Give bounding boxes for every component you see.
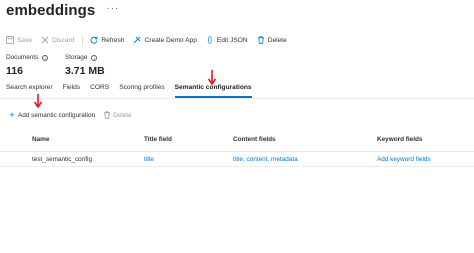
title-field-link[interactable]: title — [144, 156, 154, 163]
command-toolbar: Save Discard Refresh Create Demo App {} … — [6, 33, 296, 47]
semantic-configurations-table: Name Title field Content fields Keyword … — [0, 133, 474, 167]
braces-icon: {} — [207, 36, 213, 44]
page-title: embeddings — [6, 1, 96, 19]
save-button[interactable]: Save — [6, 36, 32, 44]
discard-label: Discard — [52, 36, 75, 44]
table-row[interactable]: test_semantic_config title title, conten… — [0, 151, 474, 167]
title-row: embeddings ··· — [6, 0, 119, 20]
add-semantic-configuration-button[interactable]: + Add semantic configuration — [8, 110, 96, 120]
refresh-icon — [90, 36, 98, 44]
documents-label: Documents — [6, 54, 39, 61]
more-options-button[interactable]: ··· — [106, 3, 119, 14]
storage-stat: Storage i 3.71 MB — [65, 54, 105, 77]
plus-icon: + — [9, 110, 15, 120]
tab-semantic-configurations[interactable]: Semantic configurations — [174, 84, 252, 98]
refresh-button[interactable]: Refresh — [90, 36, 124, 44]
delete-configuration-label: Delete — [113, 111, 132, 119]
column-header-title-field[interactable]: Title field — [144, 136, 172, 143]
config-name-cell: test_semantic_config — [32, 156, 93, 163]
tab-fields[interactable]: Fields — [63, 84, 81, 98]
info-icon[interactable]: i — [91, 54, 98, 61]
column-header-name[interactable]: Name — [32, 136, 49, 143]
semantic-toolbar: + Add semantic configuration Delete — [8, 110, 141, 120]
tab-bar: Search explorer Fields CORS Scoring prof… — [6, 84, 262, 98]
tab-scoring-profiles[interactable]: Scoring profiles — [119, 84, 164, 98]
documents-value: 116 — [6, 65, 23, 77]
trash-icon — [257, 36, 265, 44]
storage-label: Storage — [65, 54, 88, 61]
save-label: Save — [17, 36, 33, 44]
save-icon — [6, 36, 14, 44]
tabs-divider — [0, 98, 474, 99]
edit-json-button[interactable]: {} Edit JSON — [206, 36, 248, 44]
delete-button[interactable]: Delete — [257, 36, 287, 44]
create-demo-app-button[interactable]: Create Demo App — [133, 36, 197, 44]
trash-icon — [103, 111, 111, 119]
content-fields-link[interactable]: title, content, metadata — [233, 156, 298, 163]
info-icon[interactable]: i — [42, 54, 49, 61]
add-semantic-configuration-label: Add semantic configuration — [18, 111, 96, 119]
tab-search-explorer[interactable]: Search explorer — [6, 84, 53, 98]
annotation-arrow-icon — [207, 70, 217, 86]
add-keyword-fields-link[interactable]: Add keyword fields — [377, 156, 431, 163]
create-demo-app-label: Create Demo App — [144, 36, 197, 44]
column-header-content-fields[interactable]: Content fields — [233, 136, 276, 143]
edit-json-label: Edit JSON — [216, 36, 248, 44]
toolbar-divider — [82, 34, 84, 46]
tab-cors[interactable]: CORS — [90, 84, 109, 98]
annotation-arrow-icon — [33, 94, 43, 109]
discard-icon — [41, 36, 49, 44]
discard-button[interactable]: Discard — [41, 36, 74, 44]
refresh-label: Refresh — [101, 36, 125, 44]
table-header: Name Title field Content fields Keyword … — [0, 133, 474, 147]
column-header-keyword-fields[interactable]: Keyword fields — [377, 136, 422, 143]
storage-value: 3.71 MB — [65, 65, 105, 77]
documents-stat: Documents i 116 — [6, 54, 49, 77]
tools-icon — [133, 36, 142, 44]
delete-configuration-button[interactable]: Delete — [103, 111, 132, 119]
delete-label: Delete — [267, 36, 287, 44]
